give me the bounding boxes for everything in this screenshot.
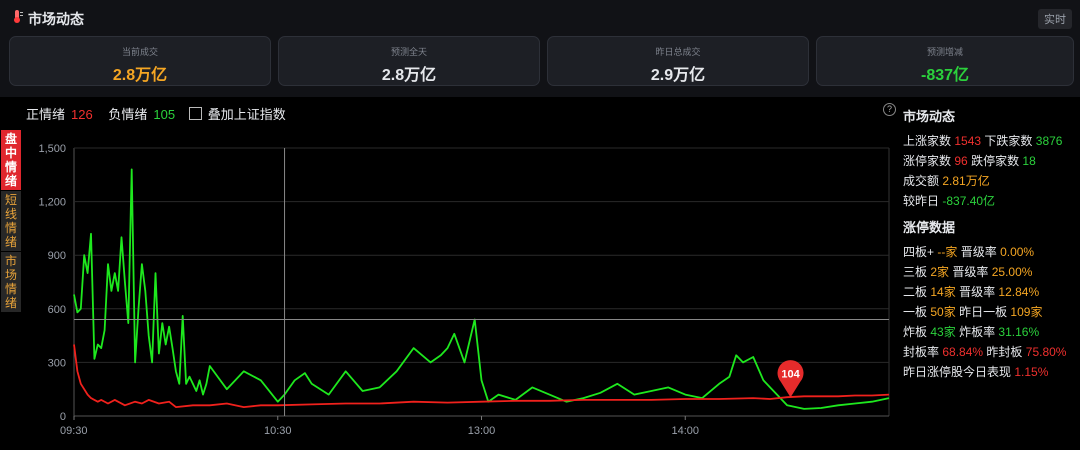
- b4-label: 四板+: [903, 245, 935, 259]
- broken-value: 43家: [930, 325, 956, 339]
- performance-row: 昨日涨停股今日表现 1.15%: [903, 362, 1080, 382]
- y-tick-label: 300: [48, 357, 66, 369]
- limitup-value: 96: [954, 154, 968, 168]
- turnover-label: 成交额: [903, 174, 940, 188]
- right-panel: 市场动态 上涨家数 1543 下跌家数 3876 涨停家数 96 跌停家数 18…: [903, 106, 1080, 382]
- b1-value: 50家: [930, 305, 956, 319]
- rise-value: 1543: [954, 134, 982, 148]
- vs-label: 较昨日: [903, 194, 940, 208]
- broken-rate: 31.16%: [998, 325, 1040, 339]
- x-tick-label: 10:30: [264, 425, 292, 437]
- vs-value: -837.40亿: [942, 194, 996, 208]
- y-tick-label: 600: [48, 304, 66, 316]
- x-tick-label: 13:00: [468, 425, 496, 437]
- b4-value: --家: [937, 245, 958, 259]
- market-stats-title: 市场动态: [903, 109, 956, 124]
- b3-label: 三板: [903, 265, 928, 279]
- prev-seal-label: 昨封板: [986, 345, 1023, 359]
- x-tick-label: 14:00: [671, 425, 699, 437]
- b3-rate-label: 晋级率: [952, 265, 989, 279]
- seal-label: 封板率: [903, 345, 940, 359]
- series-lines: [73, 168, 890, 410]
- perf-label: 昨日涨停股今日表现: [903, 365, 1012, 379]
- prev-seal: 75.80%: [1025, 345, 1067, 359]
- b1-prev: 109家: [1010, 305, 1043, 319]
- broken-row: 炸板 43家 炸板率 31.16%: [903, 322, 1080, 342]
- y-tick-label: 1,500: [38, 143, 66, 155]
- x-axis: 09:30 10:30 13:00 14:00: [60, 416, 699, 437]
- limitup-data-title: 涨停数据: [903, 220, 956, 235]
- rise-fall-row: 上涨家数 1543 下跌家数 3876: [903, 131, 1080, 151]
- b3-value: 2家: [930, 265, 950, 279]
- perf-value: 1.15%: [1014, 365, 1049, 379]
- y-tick-label: 0: [60, 411, 66, 423]
- b2-label: 二板: [903, 285, 928, 299]
- b1-prev-label: 昨日一板: [959, 305, 1008, 319]
- turnover-value: 2.81万亿: [942, 174, 990, 188]
- broken-label: 炸板: [903, 325, 928, 339]
- b2-rate-label: 晋级率: [959, 285, 996, 299]
- limit-row: 涨停家数 96 跌停家数 18: [903, 151, 1080, 171]
- b4-rate-label: 晋级率: [960, 245, 997, 259]
- b2-rate: 12.84%: [998, 285, 1040, 299]
- broken-rate-label: 炸板率: [959, 325, 996, 339]
- value-marker: 104: [777, 360, 804, 398]
- x-tick-label: 09:30: [60, 425, 88, 437]
- seal-rate: 68.84%: [942, 345, 984, 359]
- y-axis: 0 300 600 900 1,200 1,500: [38, 143, 66, 423]
- fall-value: 3876: [1035, 134, 1063, 148]
- board1-row: 一板 50家 昨日一板 109家: [903, 302, 1080, 322]
- fall-label: 下跌家数: [984, 134, 1033, 148]
- y-tick-label: 900: [48, 250, 66, 262]
- limitup-label: 涨停家数: [903, 154, 952, 168]
- board3-row: 三板 2家 晋级率 25.00%: [903, 262, 1080, 282]
- board2-row: 二板 14家 晋级率 12.84%: [903, 282, 1080, 302]
- seal-row: 封板率 68.84% 昨封板 75.80%: [903, 342, 1080, 362]
- b4-rate: 0.00%: [1000, 245, 1035, 259]
- limitdown-label: 跌停家数: [971, 154, 1020, 168]
- b3-rate: 25.00%: [991, 265, 1033, 279]
- board4-row: 四板+ --家 晋级率 0.00%: [903, 242, 1080, 262]
- marker-label: 104: [781, 368, 800, 380]
- y-tick-label: 1,200: [38, 197, 66, 209]
- turnover-row: 成交额 2.81万亿: [903, 171, 1080, 191]
- limitdown-value: 18: [1022, 154, 1036, 168]
- b1-label: 一板: [903, 305, 928, 319]
- rise-label: 上涨家数: [903, 134, 952, 148]
- vs-yesterday-row: 较昨日 -837.40亿: [903, 191, 1080, 211]
- series-line-negative: [73, 168, 890, 410]
- b2-value: 14家: [930, 285, 956, 299]
